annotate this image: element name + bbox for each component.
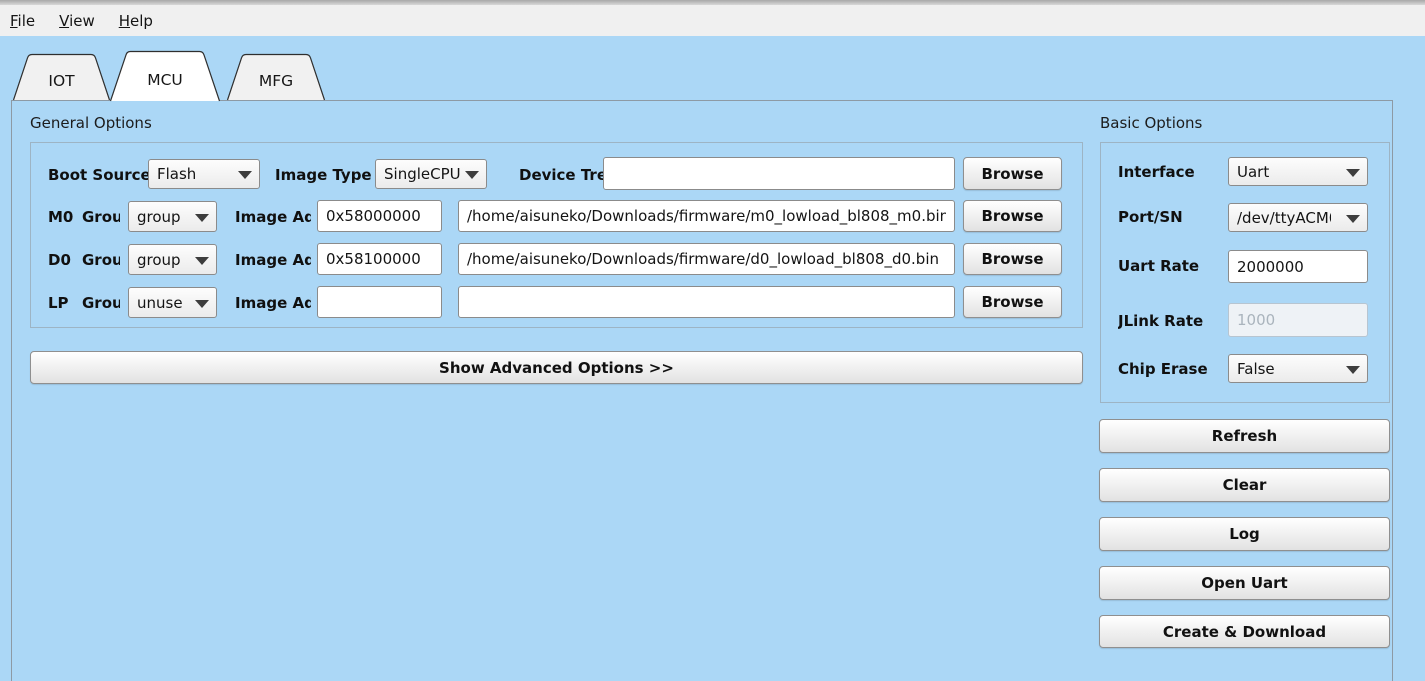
tab-mfg-label: MFG — [227, 54, 325, 100]
menu-view[interactable]: View — [59, 12, 95, 30]
tab-mfg[interactable]: MFG — [227, 54, 325, 100]
tab-iot-label: IOT — [13, 54, 110, 100]
app-window: File View Help IOT MCU MFG General Optio… — [0, 0, 1425, 681]
tab-mcu[interactable]: MCU — [110, 51, 220, 101]
menu-help[interactable]: Help — [119, 12, 153, 30]
menu-bar: File View Help — [0, 5, 1425, 36]
tab-content-frame — [11, 100, 1393, 681]
menu-file[interactable]: File — [10, 12, 35, 30]
tab-mcu-label: MCU — [110, 51, 220, 101]
tab-iot[interactable]: IOT — [13, 54, 110, 100]
